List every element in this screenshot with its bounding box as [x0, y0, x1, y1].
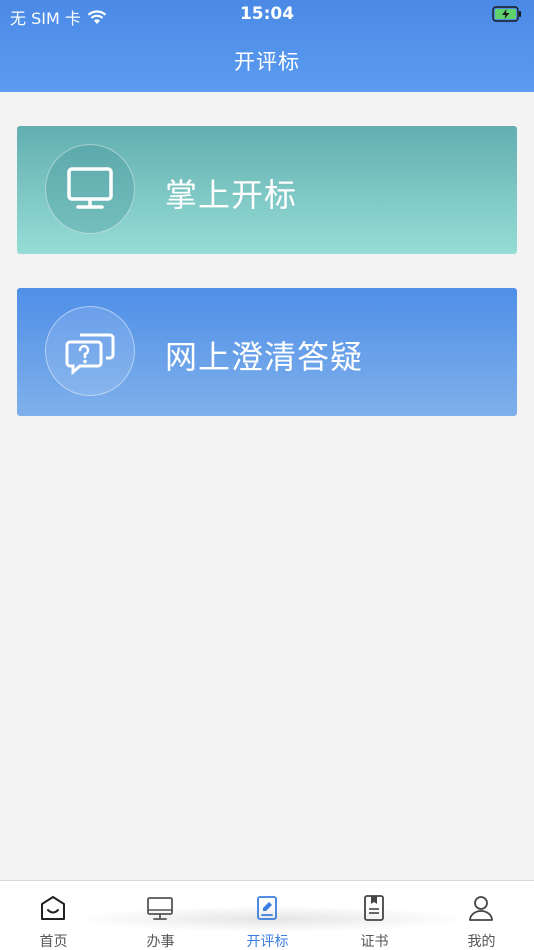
status-bar: 无 SIM 卡 15:04 — [0, 0, 534, 30]
card-online-clarification[interactable]: 网上澄清答疑 — [17, 288, 517, 416]
tab-label: 开评标 — [246, 934, 289, 950]
user-icon — [469, 896, 493, 921]
tab-label: 首页 — [39, 934, 68, 950]
status-right — [492, 6, 522, 26]
battery-charging-icon — [492, 6, 521, 22]
tab-home[interactable]: 首页 — [0, 881, 107, 950]
home-icon — [41, 896, 65, 920]
tab-certificate[interactable]: 证书 — [321, 881, 428, 950]
bottom-tab-bar: 首页 办事 开评标 证书 我的 — [0, 880, 534, 950]
card-icon-circle — [45, 306, 135, 396]
status-time: 15:04 — [239, 4, 295, 24]
card-label: 掌上开标 — [165, 176, 298, 214]
tab-label: 证书 — [360, 934, 389, 950]
question-chat-icon — [65, 333, 115, 375]
tab-label: 我的 — [467, 934, 496, 950]
card-icon-circle — [45, 144, 135, 234]
tab-profile[interactable]: 我的 — [428, 881, 534, 950]
header: 无 SIM 卡 15:04 开评标 — [0, 0, 534, 92]
edit-doc-icon — [257, 896, 277, 920]
tab-label: 办事 — [146, 934, 175, 950]
monitor-icon — [147, 897, 173, 920]
tab-bid-evaluation[interactable]: 开评标 — [214, 881, 321, 950]
page-title: 开评标 — [234, 50, 300, 74]
certificate-icon — [364, 895, 384, 921]
card-label: 网上澄清答疑 — [165, 338, 364, 376]
monitor-icon — [67, 167, 113, 209]
tab-affairs[interactable]: 办事 — [107, 881, 214, 950]
card-mobile-bid-opening[interactable]: 掌上开标 — [17, 126, 517, 254]
